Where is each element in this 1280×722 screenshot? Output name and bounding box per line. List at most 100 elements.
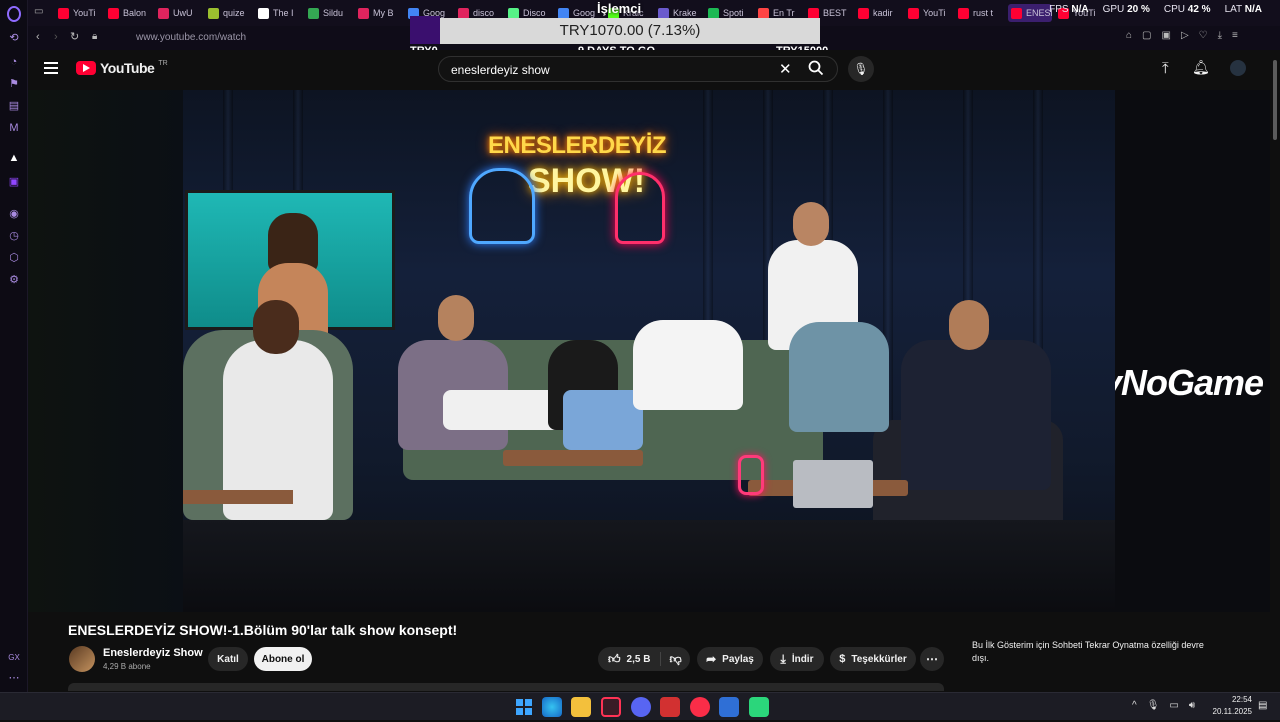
notifications-center-icon[interactable]: ▤ bbox=[1258, 700, 1267, 711]
edge-icon[interactable] bbox=[542, 697, 562, 717]
overlay-label: İşlemci bbox=[597, 1, 642, 16]
microphone-icon[interactable]: 🎙︎ bbox=[1147, 700, 1160, 711]
opera-gx-taskbar-icon[interactable] bbox=[601, 697, 621, 717]
tab-favicon-icon bbox=[458, 7, 469, 19]
channel-name[interactable]: Eneslerdeyiz Show bbox=[103, 647, 203, 659]
hamburger-menu-icon[interactable] bbox=[44, 62, 58, 74]
back-icon[interactable]: ‹ bbox=[36, 31, 40, 43]
volume-icon[interactable]: 🔊︎ bbox=[1189, 700, 1195, 711]
url-field[interactable]: www.youtube.com/watch bbox=[136, 32, 246, 43]
browser-tab[interactable]: ENESL bbox=[1008, 4, 1052, 22]
gx-label: GX bbox=[8, 653, 20, 662]
cube-icon[interactable]: ⬡ bbox=[6, 250, 22, 266]
tab-favicon-icon bbox=[308, 7, 319, 19]
scroll-thumb[interactable] bbox=[1273, 60, 1277, 140]
messenger-icon[interactable]: ▤ bbox=[6, 98, 22, 114]
more-actions-icon[interactable]: ⋯ bbox=[920, 647, 944, 671]
clock-icon[interactable]: ◷ bbox=[6, 228, 22, 244]
browser-tab[interactable]: The I bbox=[258, 4, 302, 22]
opera-logo-icon[interactable] bbox=[6, 6, 22, 22]
obs-icon[interactable] bbox=[660, 697, 680, 717]
history-icon[interactable]: ◔ bbox=[6, 54, 22, 70]
clock-time: 22:54 bbox=[1231, 695, 1252, 704]
browser-tab[interactable]: UwU bbox=[158, 4, 202, 22]
snapshot-icon[interactable]: ▢ bbox=[1142, 30, 1151, 41]
cpu-label: CPU bbox=[1163, 4, 1185, 15]
whatsapp-icon[interactable] bbox=[749, 697, 769, 717]
browser-tab[interactable]: YouTi bbox=[908, 4, 952, 22]
search-icon[interactable] bbox=[807, 59, 825, 82]
menu-icon[interactable]: ≡ bbox=[1232, 30, 1238, 41]
discord-icon[interactable] bbox=[631, 697, 651, 717]
tab-list-icon[interactable]: ▭ bbox=[34, 6, 46, 18]
search-input[interactable]: eneslerdeyiz show bbox=[451, 63, 550, 77]
download-button[interactable]: ⤓ İndir bbox=[770, 647, 824, 671]
share-button[interactable]: ➦ Paylaş bbox=[697, 647, 763, 671]
channel-avatar[interactable] bbox=[69, 646, 95, 672]
voice-search-icon[interactable]: 🎙︎ bbox=[848, 56, 874, 82]
browser-tab[interactable]: Balon bbox=[108, 4, 152, 22]
send-icon[interactable]: ▷ bbox=[1181, 30, 1189, 41]
subscribe-button[interactable]: Abone ol bbox=[254, 647, 312, 671]
tab-label: YouTi bbox=[73, 8, 96, 18]
browser-tab[interactable]: My B bbox=[358, 4, 402, 22]
browser-tab[interactable]: Sildu bbox=[308, 4, 352, 22]
twitch-icon[interactable]: ▣ bbox=[6, 174, 22, 190]
gx-performance-stats: FPS N/A GPU 20 % CPU 42 % LAT N/A bbox=[1049, 4, 1262, 15]
music-icon[interactable] bbox=[690, 697, 710, 717]
bookmark-icon[interactable]: ⌂ bbox=[1126, 30, 1132, 41]
forward-icon[interactable]: › bbox=[54, 31, 58, 43]
page-scrollbar[interactable] bbox=[1270, 50, 1280, 692]
settings-icon[interactable]: ⚙ bbox=[6, 272, 22, 288]
tab-favicon-icon bbox=[208, 7, 219, 19]
tab-favicon-icon bbox=[908, 7, 919, 19]
player-icon[interactable]: ◉ bbox=[6, 206, 22, 222]
guest-4 bbox=[633, 320, 743, 410]
video-player[interactable]: ENESLERDEYİZ SHOW! bbox=[183, 90, 1115, 612]
studio-floor bbox=[183, 520, 1115, 612]
app-icon[interactable] bbox=[719, 697, 739, 717]
avatar[interactable] bbox=[1230, 60, 1246, 76]
neon-figure-right bbox=[615, 172, 665, 244]
goal-progress-fill bbox=[410, 16, 440, 44]
join-button[interactable]: Katıl bbox=[208, 647, 248, 671]
refresh-icon[interactable]: ⟲ bbox=[6, 30, 22, 46]
browser-tab[interactable]: kadir bbox=[858, 4, 902, 22]
clock[interactable]: 22:54 20.11.2025 bbox=[1212, 694, 1252, 718]
clear-search-icon[interactable]: ✕ bbox=[779, 60, 792, 78]
extensions-icon[interactable]: ⚑ bbox=[6, 76, 22, 92]
heart-icon[interactable]: ♡ bbox=[1199, 30, 1208, 41]
browser-sidebar: ⟲ ◔ ⚑ ▤ M ▲ ▣ ◉ ◷ ⬡ ⚙ GX ⋯ bbox=[0, 0, 28, 692]
upload-icon[interactable]: ⤒ bbox=[1162, 60, 1169, 77]
thanks-button[interactable]: $ Teşekkürler bbox=[830, 647, 916, 671]
cube-action-icon[interactable]: ▣ bbox=[1162, 30, 1171, 41]
download-icon[interactable]: ⤓ bbox=[1218, 30, 1222, 41]
thanks-label: Teşekkürler bbox=[851, 653, 907, 665]
ai-icon[interactable]: ▲ bbox=[6, 150, 22, 166]
tab-label: Spoti bbox=[723, 8, 744, 18]
address-actions: ⌂ ▢ ▣ ▷ ♡ ⤓ ≡ bbox=[1126, 30, 1238, 41]
tab-label: My B bbox=[373, 8, 394, 18]
start-icon[interactable] bbox=[514, 697, 534, 717]
search-box[interactable]: eneslerdeyiz show ✕ bbox=[438, 56, 838, 82]
youtube-logo-text: YouTube bbox=[100, 60, 155, 76]
browser-tab[interactable]: YouTi bbox=[58, 4, 102, 22]
tab-label: quize bbox=[223, 8, 245, 18]
more-icon[interactable]: ⋯ bbox=[6, 670, 22, 686]
file-explorer-icon[interactable] bbox=[571, 697, 591, 717]
browser-tab[interactable]: rust t bbox=[958, 4, 1002, 22]
reload-icon[interactable]: ↻ bbox=[70, 30, 79, 43]
notifications-icon[interactable]: 🔔︎ bbox=[1192, 59, 1210, 76]
network-icon[interactable]: ▭ bbox=[1169, 700, 1178, 711]
thumbs-down-icon[interactable]: 👎︎ bbox=[669, 652, 681, 667]
guest-6 bbox=[789, 322, 889, 432]
description-box[interactable] bbox=[68, 683, 944, 691]
like-button[interactable]: 👍︎ 2,5 B bbox=[608, 652, 650, 667]
lat-value: N/A bbox=[1244, 4, 1262, 15]
tray-chevron-icon[interactable]: ^ bbox=[1132, 700, 1137, 711]
video-ambient-right: ByNoGame bbox=[1077, 90, 1270, 612]
browser-tab[interactable]: quize bbox=[208, 4, 252, 22]
youtube-logo[interactable]: YouTube TR bbox=[76, 60, 168, 76]
guest-7 bbox=[901, 340, 1051, 490]
mastodon-icon[interactable]: M bbox=[6, 120, 22, 136]
